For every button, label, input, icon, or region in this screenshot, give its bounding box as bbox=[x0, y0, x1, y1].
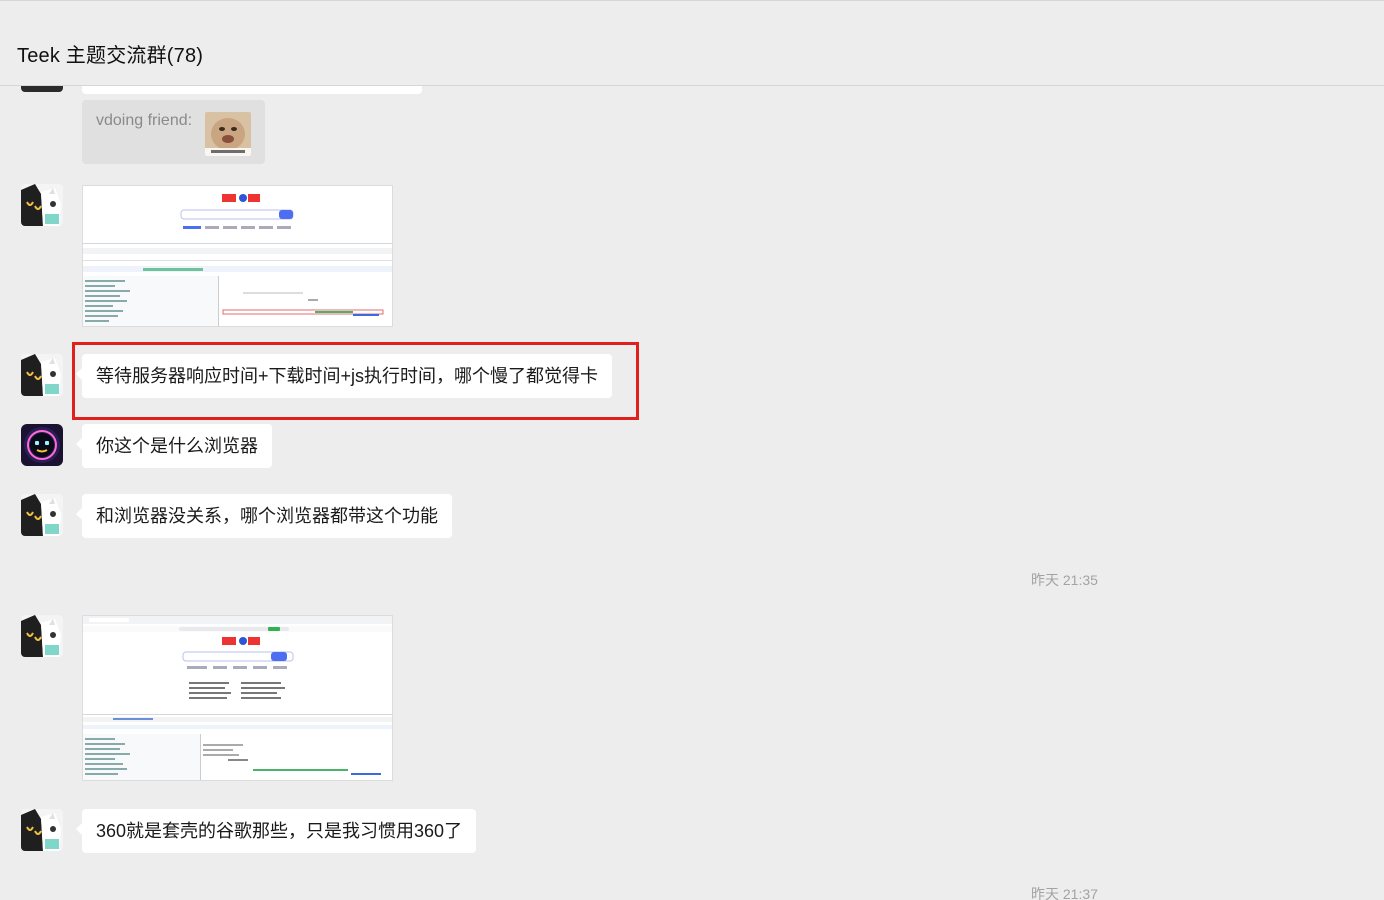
cartoon-avatar-icon bbox=[21, 494, 63, 536]
cartoon-avatar-icon bbox=[21, 615, 63, 657]
avatar[interactable] bbox=[21, 184, 63, 226]
avatar[interactable] bbox=[21, 494, 63, 536]
avatar[interactable] bbox=[21, 424, 63, 466]
browser-screenshot-icon bbox=[83, 616, 392, 780]
browser-screenshot-icon bbox=[83, 186, 392, 326]
chat-title: Teek 主题交流群(78) bbox=[17, 45, 204, 67]
cartoon-avatar-icon bbox=[21, 809, 63, 851]
avatar[interactable] bbox=[21, 809, 63, 851]
message-bubble[interactable] bbox=[82, 86, 422, 94]
message-timestamp: 昨天 21:37 bbox=[1031, 886, 1098, 900]
chat-header: Teek 主题交流群(78) bbox=[0, 0, 1384, 86]
screenshot-image[interactable] bbox=[82, 615, 393, 781]
quote-author-label: vdoing friend: bbox=[96, 112, 193, 129]
avatar[interactable] bbox=[21, 354, 63, 396]
sticker-thumbnail[interactable] bbox=[205, 112, 251, 156]
message-bubble[interactable]: 你这个是什么浏览器 bbox=[76, 424, 272, 468]
screenshot-image[interactable] bbox=[82, 185, 393, 327]
message-bubble[interactable]: 和浏览器没关系，哪个浏览器都带这个功能 bbox=[76, 494, 452, 538]
cartoon-avatar-icon bbox=[21, 354, 63, 396]
chat-messages[interactable]: vdoing friend: 等待服务器响应时间+下载时间+js执行时间，哪个慢… bbox=[0, 86, 1384, 900]
message-timestamp: 昨天 21:35 bbox=[1031, 572, 1098, 588]
robot-avatar-icon bbox=[21, 424, 63, 466]
quoted-message[interactable]: vdoing friend: bbox=[82, 100, 265, 164]
avatar[interactable] bbox=[21, 86, 63, 92]
cartoon-avatar-icon bbox=[21, 184, 63, 226]
avatar[interactable] bbox=[21, 615, 63, 657]
message-bubble[interactable]: 360就是套壳的谷歌那些，只是我习惯用360了 bbox=[75, 809, 477, 853]
message-bubble[interactable]: 等待服务器响应时间+下载时间+js执行时间，哪个慢了都觉得卡 bbox=[75, 354, 613, 398]
